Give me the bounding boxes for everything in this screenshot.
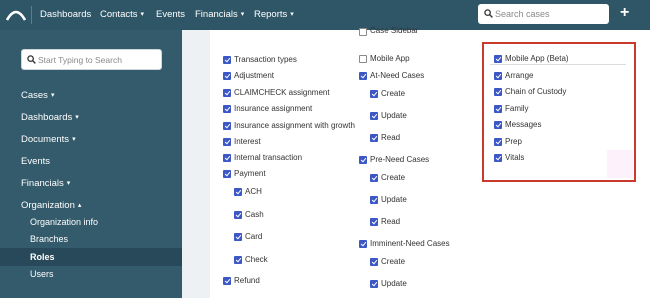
nav-contacts[interactable]: Contacts ▾ [100,9,144,20]
checkbox-pre-need-update[interactable] [370,196,378,204]
nav-financials[interactable]: Financials ▾ [195,9,244,20]
checkbox-check[interactable] [234,256,242,264]
sidebar-subitem-roles[interactable]: Roles [30,252,55,262]
checkbox-mobile-app[interactable] [359,55,367,63]
permission-label: Card [245,232,263,241]
checkbox-insurance-assignment[interactable] [223,105,231,113]
checkbox-case-sidebar[interactable] [359,28,367,36]
sidebar-search-placeholder: Start Typing to Search [38,55,122,65]
checkbox-pre-need-read[interactable] [370,218,378,226]
case-search-input[interactable]: Search cases [478,4,609,24]
permission-label: Mobile App [370,54,410,63]
permission-label: At-Need Cases [370,71,425,80]
permission-label: Internal transaction [234,153,303,162]
permission-label: Read [381,217,401,226]
nav-events[interactable]: Events [156,9,185,20]
sidebar: Start Typing to Search Cases ▾ Dashboards… [0,30,182,298]
permission-label: Insurance assignment [234,104,313,113]
permission-label: Insurance assignment with growth [234,121,355,130]
permission-label: Payment [234,169,266,178]
top-navbar: Dashboards Contacts ▾ Events Financials ▾ … [0,0,650,30]
checkbox-imminent-need-create[interactable] [370,258,378,266]
permission-label: Refund [234,276,260,285]
checkbox-at-need-create[interactable] [370,90,378,98]
chevron-down-icon: ▾ [66,180,71,187]
chevron-down-icon: ▾ [290,11,294,18]
permission-label: CLAIMCHECK assignment [234,88,330,97]
chevron-down-icon: ▾ [72,136,76,143]
checkbox-claimcheck-assignment[interactable] [223,89,231,97]
nav-dashboards[interactable]: Dashboards [40,9,91,20]
chevron-down-icon: ▾ [75,114,79,121]
permission-label: Update [381,195,407,204]
checkbox-at-need-read[interactable] [370,134,378,142]
permission-label: Adjustment [234,71,275,80]
content-gutter [182,30,210,298]
sidebar-item-organization[interactable]: Organization ▴ [21,200,81,211]
checkbox-imminent-need-cases[interactable] [359,240,367,248]
sidebar-item-documents[interactable]: Documents ▾ [21,134,76,145]
checkbox-payment[interactable] [223,170,231,178]
sidebar-subitem-organization-info[interactable]: Organization info [30,217,98,227]
checkbox-pre-need-create[interactable] [370,174,378,182]
arch-logo-icon[interactable] [6,7,26,21]
checkbox-adjustment[interactable] [223,72,231,80]
permission-label: Interest [234,137,261,146]
sidebar-search-input[interactable]: Start Typing to Search [21,49,162,70]
permission-label: ACH [245,187,262,196]
permission-label: Case Sidebar [370,26,419,35]
checkbox-internal-transaction[interactable] [223,154,231,162]
chevron-down-icon: ▾ [50,92,55,99]
sidebar-item-events[interactable]: Events [21,156,50,167]
checkbox-at-need-cases[interactable] [359,72,367,80]
sidebar-item-financials[interactable]: Financials ▾ [21,178,70,189]
sidebar-subitem-branches[interactable]: Branches [30,234,68,244]
permission-label: Create [381,257,406,266]
permission-label: Create [381,89,406,98]
chevron-down-icon: ▾ [140,11,145,18]
permission-label: Create [381,173,406,182]
permission-label: Read [381,133,401,142]
search-icon [27,55,36,64]
checkbox-pre-need-cases[interactable] [359,156,367,164]
checkbox-cash[interactable] [234,211,242,219]
sidebar-item-dashboards[interactable]: Dashboards ▾ [21,112,79,123]
permission-label: Check [245,255,268,264]
search-icon [484,9,493,18]
add-button[interactable]: + [620,5,629,21]
permission-label: Cash [245,210,264,219]
nav-divider [31,6,32,24]
chevron-up-icon: ▴ [77,202,82,209]
checkbox-ach[interactable] [234,188,242,196]
permission-label: Update [381,279,407,288]
permission-label: Pre-Need Cases [370,155,430,164]
highlight-box [482,42,636,182]
checkbox-refund[interactable] [223,277,231,285]
permission-label: Transaction types [234,55,297,64]
permission-label: Update [381,111,407,120]
checkbox-interest[interactable] [223,138,231,146]
sidebar-item-cases[interactable]: Cases ▾ [21,90,54,101]
checkbox-imminent-need-update[interactable] [370,280,378,288]
chevron-down-icon: ▾ [240,11,245,18]
active-item-highlight [0,248,182,266]
nav-reports[interactable]: Reports ▾ [254,9,294,20]
sidebar-subitem-users[interactable]: Users [30,269,54,279]
checkbox-insurance-assignment-growth[interactable] [223,122,231,130]
search-placeholder: Search cases [495,9,550,19]
permission-label: Imminent-Need Cases [370,239,450,248]
checkbox-at-need-update[interactable] [370,112,378,120]
checkbox-transaction-types[interactable] [223,56,231,64]
checkbox-card[interactable] [234,233,242,241]
